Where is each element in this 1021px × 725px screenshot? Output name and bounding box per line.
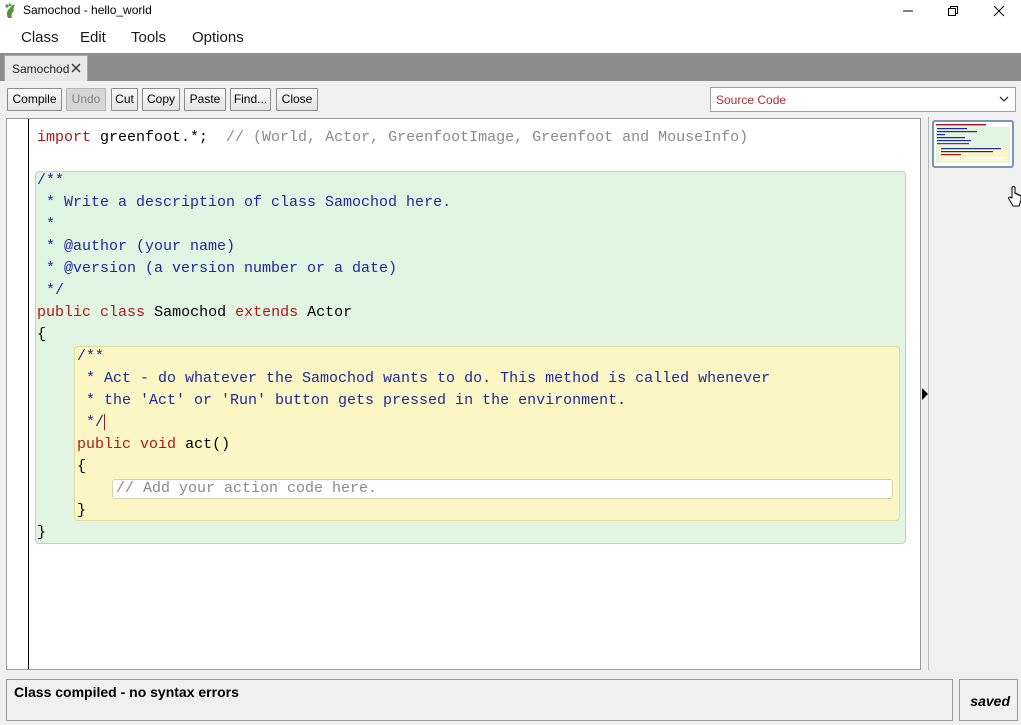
code-line-class-doc-0: /** <box>37 172 65 189</box>
code-line-body-comment: // Add your action code here. <box>116 480 378 497</box>
restore-button[interactable] <box>931 0 975 22</box>
status-message: Class compiled - no syntax errors <box>14 684 239 700</box>
code-line-class-doc-2: * <box>37 216 56 233</box>
code-line-method-doc-3: */ <box>77 414 106 431</box>
code-line-method-close: } <box>77 502 87 519</box>
menu-edit[interactable]: Edit <box>80 29 106 46</box>
code-line-method-doc-0: /** <box>77 348 105 365</box>
status-bar: Class compiled - no syntax errors <box>6 679 953 721</box>
code-line-method-open: { <box>77 458 87 475</box>
text-caret <box>104 414 106 431</box>
code-overview-thumbnail[interactable] <box>932 120 1014 168</box>
cut-button[interactable]: Cut <box>111 88 138 111</box>
code-line-method-doc-1: * Act - do whatever the Samochod wants t… <box>77 370 771 387</box>
code-minimap <box>936 124 1010 163</box>
tab-label: Samochod <box>12 62 70 76</box>
minimize-button[interactable] <box>886 0 930 22</box>
chevron-down-icon <box>999 96 1009 102</box>
code-line-import: import greenfoot.*; // (World, Actor, Gr… <box>37 129 749 146</box>
code-line-class-doc-5: */ <box>37 282 65 299</box>
code-line-class-decl: public class Samochod extends Actor <box>37 304 353 321</box>
greenfoot-app-icon <box>5 3 15 18</box>
code-line-class-close: } <box>37 524 47 541</box>
title-bar: Samochod - hello_world <box>0 0 1021 22</box>
code-editor[interactable]: import greenfoot.*; // (World, Actor, Gr… <box>6 118 921 670</box>
code-line-method-decl: public void act() <box>77 436 231 453</box>
restore-icon <box>948 6 958 16</box>
tab-samochod[interactable]: Samochod <box>4 55 88 81</box>
menu-class[interactable]: Class <box>21 29 59 46</box>
view-select[interactable]: Source Code <box>710 87 1016 112</box>
find-button[interactable]: Find... <box>230 88 271 111</box>
close-icon <box>993 5 1005 17</box>
code-line-method-doc-2: * the 'Act' or 'Run' button gets pressed… <box>77 392 627 409</box>
code-line-class-doc-3: * @author (your name) <box>37 238 236 255</box>
window-close-button[interactable] <box>977 0 1021 22</box>
code-line-class-doc-1: * Write a description of class Samochod … <box>37 194 452 211</box>
paste-button[interactable]: Paste <box>184 88 226 111</box>
copy-button[interactable]: Copy <box>142 88 180 111</box>
menu-tools[interactable]: Tools <box>131 29 166 46</box>
menu-bar: Class Edit Tools Options <box>0 22 1021 53</box>
gutter-line <box>28 119 29 669</box>
menu-options[interactable]: Options <box>192 29 244 46</box>
code-line-class-doc-4: * @version (a version number or a date) <box>37 260 398 277</box>
editor-toolbar: Compile Undo Cut Copy Paste Find... Clos… <box>0 81 1021 117</box>
hand-cursor-icon <box>1008 186 1021 207</box>
compile-button[interactable]: Compile <box>7 88 62 111</box>
minimize-icon <box>903 10 913 12</box>
tab-strip: Samochod <box>0 53 1021 81</box>
undo-button[interactable]: Undo <box>66 88 106 111</box>
close-button[interactable]: Close <box>276 88 318 111</box>
window-title: Samochod - hello_world <box>23 3 152 17</box>
code-line-class-open: { <box>37 326 47 343</box>
saved-indicator: saved <box>959 679 1018 721</box>
view-select-value: Source Code <box>716 93 787 107</box>
saved-label: saved <box>970 693 1010 709</box>
close-icon[interactable] <box>71 63 81 73</box>
